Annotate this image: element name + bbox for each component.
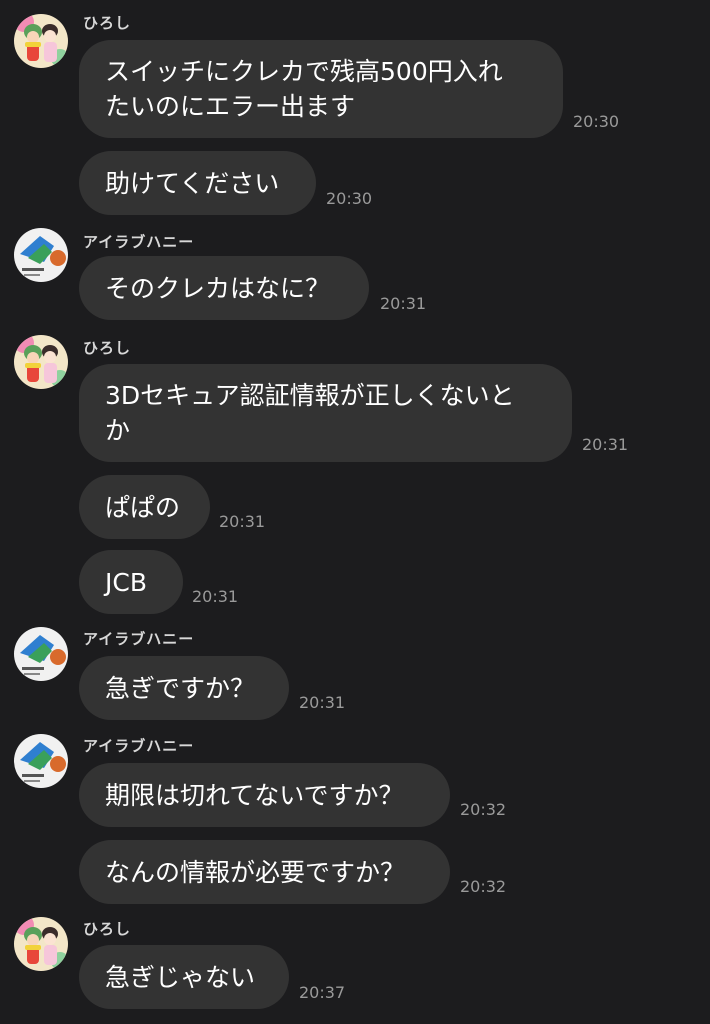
message-timestamp: 20:31	[582, 435, 629, 454]
message-timestamp: 20:31	[192, 587, 239, 606]
sender-name: アイラブハニー	[83, 233, 195, 251]
message-bubble[interactable]: 助けてください	[79, 151, 316, 215]
chat-thread: ひろし スイッチにクレカで残高500円入れ たいのにエラー出ます 20:30 助…	[0, 0, 710, 1024]
sender-name: ひろし	[83, 339, 132, 357]
illustration-avatar-icon[interactable]	[14, 627, 68, 681]
illustration-avatar-icon[interactable]	[14, 734, 68, 788]
sender-name: アイラブハニー	[83, 737, 195, 755]
message-timestamp: 20:30	[326, 189, 373, 208]
message-timestamp: 20:37	[299, 983, 346, 1002]
message-timestamp: 20:31	[219, 512, 266, 531]
message-timestamp: 20:32	[460, 800, 507, 819]
message-bubble[interactable]: 期限は切れてないですか？	[79, 763, 450, 827]
message-bubble[interactable]: なんの情報が必要ですか？	[79, 840, 450, 904]
anime-characters-avatar-icon[interactable]	[14, 335, 68, 389]
message-timestamp: 20:31	[299, 693, 346, 712]
message-bubble[interactable]: ぱぱの	[79, 475, 210, 539]
message-bubble[interactable]: JCB	[79, 550, 183, 614]
sender-name: アイラブハニー	[83, 630, 195, 648]
message-bubble[interactable]: 急ぎじゃない	[79, 945, 289, 1009]
message-bubble[interactable]: 急ぎですか？	[79, 656, 289, 720]
message-bubble[interactable]: そのクレカはなに？	[79, 256, 369, 320]
message-bubble[interactable]: 3Dセキュア認証情報が正しくないと か	[79, 364, 572, 462]
message-bubble[interactable]: スイッチにクレカで残高500円入れ たいのにエラー出ます	[79, 40, 563, 138]
message-timestamp: 20:31	[380, 294, 427, 313]
illustration-avatar-icon[interactable]	[14, 228, 68, 282]
sender-name: ひろし	[83, 14, 132, 32]
sender-name: ひろし	[83, 920, 132, 938]
anime-characters-avatar-icon[interactable]	[14, 917, 68, 971]
message-timestamp: 20:30	[573, 112, 620, 131]
anime-characters-avatar-icon[interactable]	[14, 14, 68, 68]
message-timestamp: 20:32	[460, 877, 507, 896]
